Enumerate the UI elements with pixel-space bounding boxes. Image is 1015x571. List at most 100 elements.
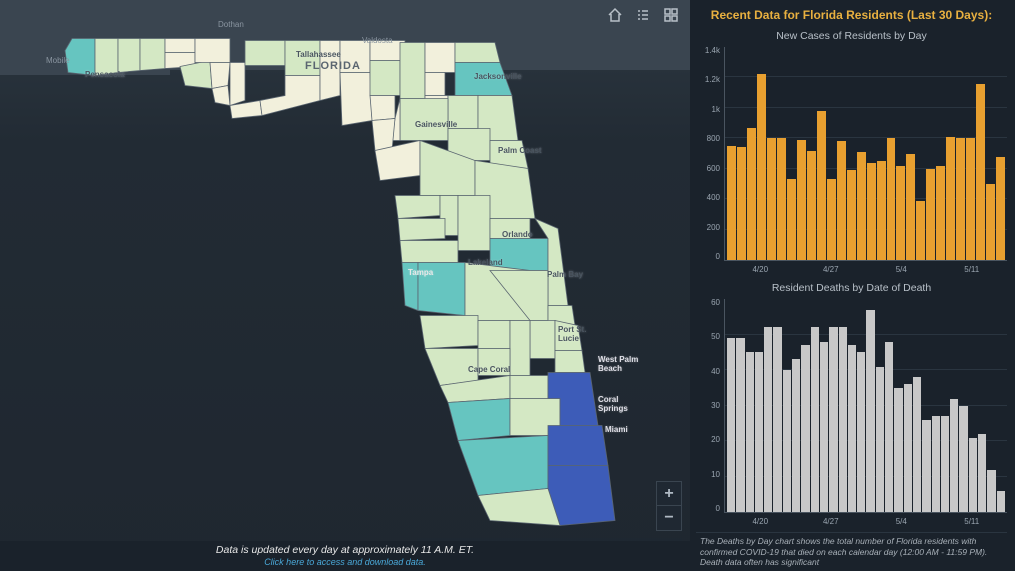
bar[interactable] (894, 388, 902, 512)
county-pinellas[interactable] (402, 263, 418, 311)
bar[interactable] (857, 352, 865, 512)
county-santarosa[interactable] (95, 39, 118, 76)
bar[interactable] (997, 491, 1005, 512)
county-walton[interactable] (140, 39, 165, 71)
county-orange[interactable] (490, 239, 548, 271)
florida-map[interactable] (0, 0, 690, 571)
bar[interactable] (956, 138, 965, 260)
county-manatee[interactable] (420, 316, 478, 349)
bar[interactable] (966, 138, 975, 260)
bar[interactable] (777, 138, 786, 260)
bar[interactable] (847, 170, 856, 260)
bar[interactable] (773, 327, 781, 512)
bar[interactable] (922, 420, 930, 512)
bar[interactable] (932, 416, 940, 512)
county-hillsborough[interactable] (418, 263, 465, 316)
bar[interactable] (839, 327, 847, 512)
county-liberty[interactable] (230, 63, 245, 106)
county-escambia[interactable] (65, 39, 95, 76)
bar[interactable] (950, 399, 958, 513)
bar[interactable] (848, 345, 856, 512)
bar[interactable] (783, 370, 791, 512)
download-link[interactable]: Click here to access and download data. (0, 557, 690, 567)
bar[interactable] (866, 310, 874, 512)
bar[interactable] (737, 147, 746, 260)
bar[interactable] (867, 163, 876, 260)
bar[interactable] (877, 161, 886, 260)
county-hardee[interactable] (478, 321, 510, 349)
county-okaloosa[interactable] (118, 39, 140, 73)
plot-deaths[interactable]: 4/204/275/45/11 (724, 299, 1007, 513)
bar[interactable] (820, 342, 828, 512)
bar[interactable] (817, 111, 826, 260)
zoom-in-button[interactable]: + (657, 482, 681, 506)
county-highlands[interactable] (510, 321, 530, 376)
bar[interactable] (986, 184, 995, 260)
county-suwannee[interactable] (370, 61, 400, 96)
map-panel[interactable]: Dothan Valdosta Mobile Pensacola Tallaha… (0, 0, 690, 571)
county-glades[interactable] (510, 376, 548, 399)
county-wakulla[interactable] (260, 76, 320, 116)
bar[interactable] (978, 434, 986, 512)
county-holmes[interactable] (165, 39, 195, 53)
county-desoto[interactable] (478, 349, 510, 376)
bar[interactable] (727, 338, 735, 512)
bar[interactable] (764, 327, 772, 512)
county-alachua[interactable] (400, 99, 448, 141)
county-citrus[interactable] (395, 196, 440, 219)
county-clay[interactable] (448, 96, 478, 129)
bar[interactable] (811, 327, 819, 512)
bar[interactable] (941, 416, 949, 512)
county-dixie[interactable] (372, 119, 395, 151)
bar[interactable] (976, 84, 985, 261)
bar[interactable] (829, 327, 837, 512)
county-lee[interactable] (448, 399, 510, 441)
county-jackson[interactable] (195, 39, 230, 63)
county-collier[interactable] (458, 436, 548, 496)
bar[interactable] (746, 352, 754, 512)
bar[interactable] (959, 406, 967, 513)
bar[interactable] (946, 137, 955, 260)
bar[interactable] (857, 152, 866, 260)
county-lafayette[interactable] (370, 96, 395, 121)
county-seminole[interactable] (490, 219, 530, 239)
county-gulf[interactable] (212, 86, 230, 106)
bar[interactable] (906, 154, 915, 261)
legend-icon[interactable] (634, 6, 652, 24)
county-taylor[interactable] (340, 73, 372, 126)
county-union[interactable] (425, 73, 445, 96)
bar[interactable] (827, 179, 836, 260)
bar[interactable] (727, 146, 736, 260)
bar[interactable] (887, 138, 896, 260)
bar[interactable] (757, 74, 766, 260)
bar[interactable] (747, 128, 756, 260)
county-broward[interactable] (548, 426, 608, 466)
county-columbia[interactable] (400, 43, 425, 99)
bar[interactable] (787, 179, 796, 260)
county-nassau[interactable] (455, 43, 500, 63)
bar[interactable] (896, 166, 905, 260)
bar[interactable] (987, 470, 995, 513)
bar[interactable] (885, 342, 893, 512)
bar[interactable] (792, 359, 800, 512)
bar[interactable] (755, 352, 763, 512)
county-miamidade[interactable] (548, 466, 615, 526)
bar[interactable] (916, 201, 925, 260)
bar[interactable] (876, 367, 884, 513)
county-monroe[interactable] (478, 489, 560, 526)
county-gadsden[interactable] (245, 41, 285, 66)
zoom-out-button[interactable]: − (657, 506, 681, 530)
home-icon[interactable] (606, 6, 624, 24)
bar[interactable] (837, 141, 846, 260)
basemap-icon[interactable] (662, 6, 680, 24)
bar[interactable] (801, 345, 809, 512)
bar[interactable] (736, 338, 744, 512)
county-stlucie[interactable] (555, 321, 582, 351)
county-baker[interactable] (425, 43, 455, 73)
bar[interactable] (969, 438, 977, 513)
county-martin[interactable] (555, 351, 585, 373)
bar[interactable] (797, 140, 806, 260)
county-duval[interactable] (455, 63, 512, 96)
county-pasco[interactable] (400, 241, 458, 263)
bar[interactable] (996, 157, 1005, 260)
